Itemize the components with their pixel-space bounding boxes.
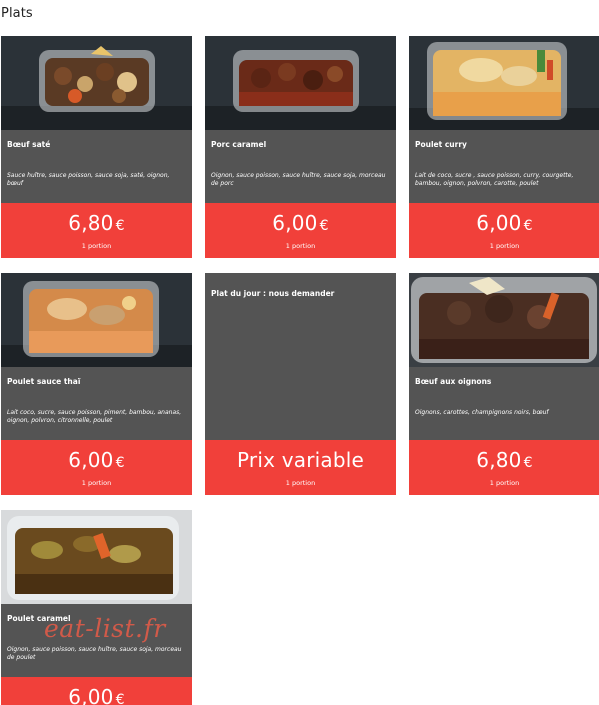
- dish-card-poulet-caramel[interactable]: Poulet caramel Oignon, sauce poisson, sa…: [1, 510, 192, 705]
- dish-name: Poulet curry: [415, 140, 467, 149]
- dish-description: Oignon, sauce poisson, sauce huître, sau…: [7, 646, 182, 661]
- dish-portion: 1 portion: [285, 479, 316, 487]
- dish-price: Prix variable: [237, 448, 364, 472]
- price-box: Prix variable 1 portion: [205, 440, 396, 495]
- price-box: 6,80 € 1 portion: [1, 203, 192, 258]
- dish-card-porc-caramel[interactable]: Porc caramel Oignon, sauce poisson, sauc…: [205, 36, 396, 258]
- dish-price: 6,80 €: [68, 211, 125, 235]
- dish-price: 6,00 €: [68, 685, 125, 705]
- dish-info: Bœuf saté Sauce huître, sauce poisson, s…: [1, 130, 192, 203]
- section-title: Plats: [1, 6, 33, 21]
- dish-portion: 1 portion: [489, 242, 520, 250]
- dish-price: 6,00 €: [272, 211, 329, 235]
- price-box: 6,00 €: [1, 677, 192, 705]
- dish-info: Poulet curry Lait de coco, sucre , sauce…: [409, 130, 599, 203]
- dish-photo: [1, 273, 192, 367]
- dish-name: Poulet sauce thaï: [7, 377, 81, 386]
- dish-description: Sauce huître, sauce poisson, sauce soja,…: [7, 172, 170, 187]
- dish-portion: 1 portion: [489, 479, 520, 487]
- dish-name: Bœuf saté: [7, 140, 51, 149]
- watermark: eat-list.fr: [44, 614, 166, 643]
- price-box: 6,00 € 1 portion: [205, 203, 396, 258]
- dish-card-poulet-sauce-thai[interactable]: Poulet sauce thaï Lait coco, sucre, sauc…: [1, 273, 192, 495]
- dish-description: Lait coco, sucre, sauce poisson, piment,…: [7, 409, 182, 424]
- dish-info: Porc caramel Oignon, sauce poisson, sauc…: [205, 130, 396, 203]
- price-box: 6,80 € 1 portion: [409, 440, 599, 495]
- dish-price: 6,00 €: [476, 211, 533, 235]
- dish-name: Bœuf aux oignons: [415, 377, 492, 386]
- price-box: 6,00 € 1 portion: [409, 203, 599, 258]
- dish-card-plat-du-jour[interactable]: Plat du jour : nous demander Prix variab…: [205, 273, 396, 495]
- dish-photo: [409, 36, 599, 130]
- dish-photo: [205, 36, 396, 130]
- dish-info: Plat du jour : nous demander: [205, 273, 396, 440]
- dish-description: Oignon, sauce poisson, sauce huître, sau…: [211, 172, 386, 187]
- price-box: 6,00 € 1 portion: [1, 440, 192, 495]
- dish-name: Plat du jour : nous demander: [211, 289, 335, 298]
- dish-card-boeuf-sate[interactable]: Bœuf saté Sauce huître, sauce poisson, s…: [1, 36, 192, 258]
- dish-info: Bœuf aux oignons Oignons, carottes, cham…: [409, 367, 599, 440]
- dish-info: Poulet sauce thaï Lait coco, sucre, sauc…: [1, 367, 192, 440]
- dish-price: 6,80 €: [476, 448, 533, 472]
- dish-portion: 1 portion: [285, 242, 316, 250]
- dish-card-boeuf-aux-oignons[interactable]: Bœuf aux oignons Oignons, carottes, cham…: [409, 273, 599, 495]
- dish-photo: [1, 36, 192, 130]
- dish-portion: 1 portion: [81, 242, 112, 250]
- dish-photo: [1, 510, 192, 604]
- dish-description: Oignons, carottes, champignons noirs, bœ…: [415, 409, 549, 416]
- dish-name: Porc caramel: [211, 140, 267, 149]
- dish-description: Lait de coco, sucre , sauce poisson, cur…: [415, 172, 574, 187]
- dish-portion: 1 portion: [81, 479, 112, 487]
- dish-price: 6,00 €: [68, 448, 125, 472]
- dish-card-poulet-curry[interactable]: Poulet curry Lait de coco, sucre , sauce…: [409, 36, 599, 258]
- dish-photo: [409, 273, 599, 367]
